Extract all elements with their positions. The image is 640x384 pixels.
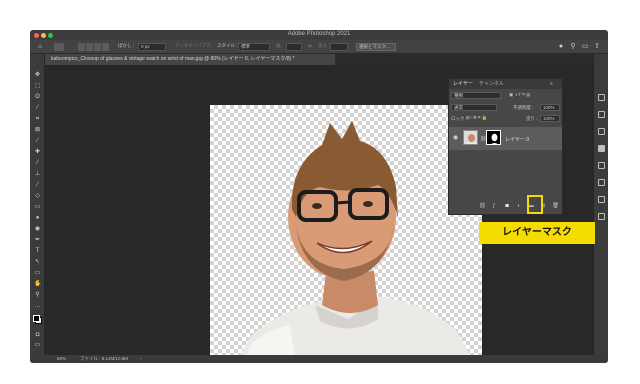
type-tool-icon[interactable]: T [34, 248, 41, 254]
lock-label: ロック : [451, 116, 468, 121]
width-input[interactable] [286, 43, 302, 51]
zoom-level[interactable]: 80% [57, 355, 66, 363]
pen-tool-icon[interactable]: ✒ [34, 237, 41, 243]
rectangle-tool-icon[interactable]: ▭ [34, 270, 41, 276]
lock-icons[interactable]: ⊞ ⁄ ✥ ⌗ 🔒 [466, 115, 487, 121]
swap-icon[interactable]: ⇄ [308, 43, 312, 49]
style-select[interactable]: 標準 [238, 43, 270, 51]
properties-panel-icon[interactable] [598, 94, 605, 101]
add-selection-button[interactable] [86, 43, 93, 51]
adjustment-layer-icon[interactable]: ◐ [516, 203, 522, 209]
mask-button-highlight [527, 195, 543, 214]
quick-select-tool-icon[interactable]: ⁄ [34, 105, 41, 111]
fx-icon[interactable]: ƒ [491, 203, 497, 209]
dodge-tool-icon[interactable]: ◉ [34, 226, 41, 232]
subtract-selection-button[interactable] [94, 43, 101, 51]
healing-tool-icon[interactable]: ✚ [34, 149, 41, 155]
channels-panel-icon[interactable] [598, 162, 605, 169]
layer-mask-thumbnail[interactable] [486, 130, 501, 145]
filter-pixel-icon[interactable]: ▣ ◑ T ⌗ ▤ [509, 92, 530, 98]
feather-label: ぼかし : [118, 43, 135, 48]
adjustments-panel-icon[interactable] [598, 111, 605, 118]
document-canvas[interactable] [210, 105, 482, 363]
move-tool-icon[interactable]: ✥ [34, 72, 41, 78]
home-icon[interactable]: ⌂ [36, 42, 44, 51]
trash-icon[interactable]: 🗑 [552, 203, 559, 209]
more-tools-icon[interactable]: … [34, 303, 41, 309]
layers-panel-icon[interactable] [598, 145, 605, 152]
filter-kind-select[interactable]: 種類 [451, 92, 501, 99]
intersect-selection-button[interactable] [102, 43, 109, 51]
tools-panel: ✥ ⬚ ʘ ⁄ ⌗ ⊠ ⁄ ✚ ⁄ ⊥ ⁄ ◇ ▭ ● ◉ ✒ T ↖ ▭ ✋ … [30, 54, 45, 355]
status-bar: 80% ファイル : 8.14M/10.8M › [30, 355, 608, 363]
feather-input[interactable]: 0 px [138, 43, 166, 51]
fill-input[interactable]: 100% [540, 115, 560, 122]
path-select-icon[interactable]: ↖ [34, 259, 41, 265]
frame-tool-icon[interactable]: ⊠ [34, 127, 41, 133]
layer-thumbnail[interactable] [463, 130, 478, 145]
search-icon[interactable]: ⚲ [569, 42, 577, 51]
stamp-tool-icon[interactable]: ⊥ [34, 171, 41, 177]
select-and-mask-button[interactable]: 選択とマスク... [356, 43, 396, 51]
title-bar: Adobe Photoshop 2021 [30, 30, 608, 40]
eye-icon[interactable]: ◉ [453, 135, 460, 141]
workspace-icon[interactable]: ▭ [581, 42, 589, 51]
eraser-tool-icon[interactable]: ◇ [34, 193, 41, 199]
mask-icon[interactable]: ◙ [504, 203, 510, 209]
share-icon[interactable]: ● [557, 42, 565, 51]
blend-mode-select[interactable]: 通常 [451, 104, 497, 111]
layers-panel-tabs: レイヤー チャンネル ≡ [449, 79, 562, 89]
libraries-panel-icon[interactable] [598, 128, 605, 135]
link-layers-icon[interactable]: ⛓ [479, 203, 486, 209]
quick-mask-icon[interactable]: ◘ [34, 332, 41, 338]
file-size-info: ファイル : 8.14M/10.8M [80, 356, 129, 361]
marquee-tool-icon[interactable]: ⬚ [34, 83, 41, 89]
screen-mode-icon[interactable]: ▭ [34, 342, 41, 348]
share-button-icon[interactable]: ⇧ [593, 42, 601, 51]
paths-panel-icon[interactable] [598, 179, 605, 186]
history-brush-icon[interactable]: ⁄ [34, 182, 41, 188]
layers-panel-footer: ⛓ ƒ ◙ ◐ ▬ ⊞ 🗑 [449, 199, 562, 213]
height-label: 高さ : [318, 43, 330, 48]
layer-mask-callout: レイヤーマスク [479, 222, 595, 244]
window-title: Adobe Photoshop 2021 [287, 31, 351, 37]
blend-row: 通常 不透明度 : 100% [451, 104, 560, 112]
antialias-checkbox[interactable]: アンチエイリアス [175, 43, 211, 49]
blur-tool-icon[interactable]: ● [34, 215, 41, 221]
panel-menu-icon[interactable]: ≡ [550, 79, 553, 89]
style-label: スタイル : [217, 43, 238, 48]
opacity-input[interactable]: 100% [540, 104, 560, 111]
lock-row: ロック : ⊞ ⁄ ✥ ⌗ 🔒 塗り : 100% [451, 115, 560, 123]
status-menu-icon[interactable]: › [140, 355, 142, 363]
eyedropper-tool-icon[interactable]: ⁄ [34, 138, 41, 144]
crop-tool-icon[interactable]: ⌗ [34, 116, 41, 122]
masked-portrait-image [236, 121, 474, 363]
document-tab[interactable]: kaboompics_Closeup of glasses & vintage … [45, 54, 335, 65]
width-label: 幅 : [276, 43, 284, 48]
marquee-tool-preset[interactable] [54, 43, 64, 51]
lasso-tool-icon[interactable]: ʘ [34, 94, 41, 100]
fill-label: 塗り : [526, 116, 538, 121]
right-icon-strip [593, 54, 608, 355]
foreground-color-swatch[interactable] [33, 315, 40, 322]
document-tab-bar: kaboompics_Closeup of glasses & vintage … [45, 54, 594, 65]
swatches-panel-icon[interactable] [598, 196, 605, 203]
zoom-tool-icon[interactable]: ⚲ [34, 292, 41, 298]
layers-panel: レイヤー チャンネル ≡ 種類 ▣ ◑ T ⌗ ▤ 通常 不透明度 : 100%… [448, 78, 563, 215]
filter-row: 種類 ▣ ◑ T ⌗ ▤ [451, 92, 560, 100]
opacity-label: 不透明度 : [513, 105, 534, 110]
height-input[interactable] [330, 43, 348, 51]
options-bar: ⌂ ぼかし : 0 px アンチエイリアス スタイル : 標準 幅 : ⇄ 高さ… [30, 40, 608, 54]
hand-tool-icon[interactable]: ✋ [34, 281, 41, 287]
layer-name[interactable]: レイヤー 0 [505, 136, 529, 143]
tab-layers[interactable]: レイヤー [453, 79, 473, 89]
tab-channels[interactable]: チャンネル [479, 79, 504, 89]
color-panel-icon[interactable] [598, 213, 605, 220]
layer-row[interactable]: ◉ ⛓ レイヤー 0 [449, 127, 562, 150]
brush-tool-icon[interactable]: ⁄ [34, 160, 41, 166]
new-selection-button[interactable] [78, 43, 85, 51]
gradient-tool-icon[interactable]: ▭ [34, 204, 41, 210]
